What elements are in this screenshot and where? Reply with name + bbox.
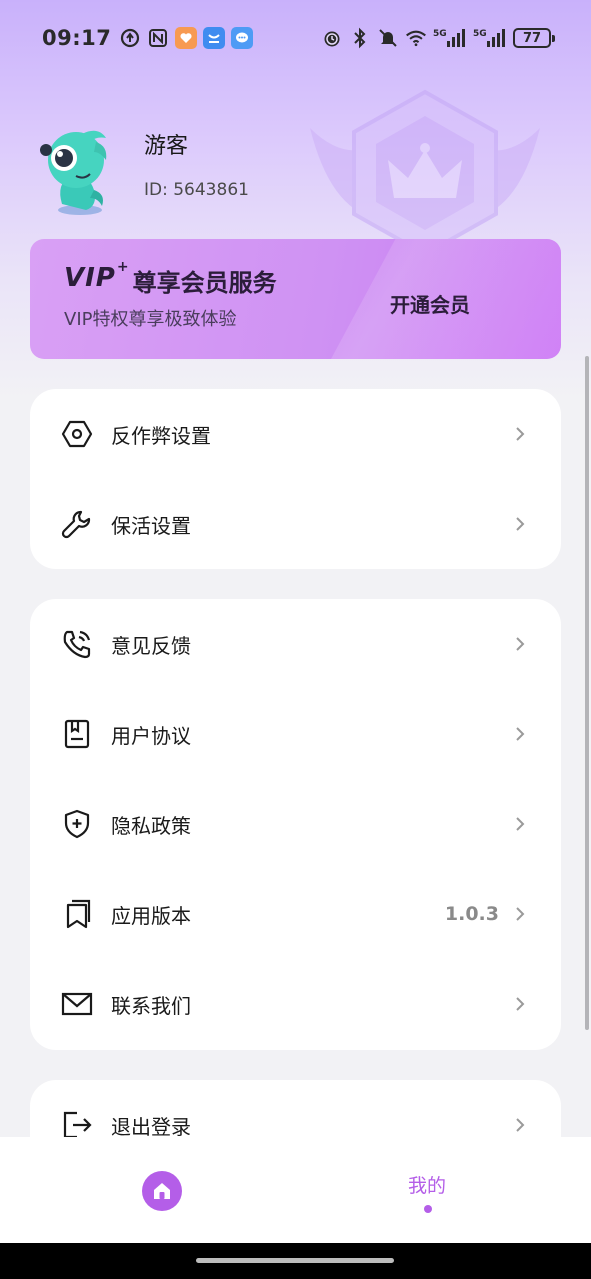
crown-badge-icon [310, 89, 540, 257]
bookmark-icon [60, 897, 94, 931]
avatar[interactable] [36, 124, 122, 216]
battery-indicator: 77 [513, 28, 555, 48]
menu-item-privacy-policy[interactable]: 隐私政策 [30, 779, 561, 869]
document-icon [60, 717, 94, 751]
status-system-icons: 5G 5G 77 [321, 27, 555, 49]
vip-card[interactable]: VIP + 尊享会员服务 VIP特权尊享极致体验 开通会员 [30, 239, 561, 359]
active-tab-indicator [424, 1205, 432, 1213]
menu-item-label: 应用版本 [111, 903, 191, 928]
bluetooth-icon [349, 27, 371, 49]
menu-item-feedback[interactable]: 意见反馈 [30, 599, 561, 689]
menu-item-label: 联系我们 [111, 993, 191, 1018]
mail-icon [60, 987, 94, 1021]
wifi-icon [405, 27, 427, 49]
nfc-icon [147, 27, 169, 49]
chevron-right-icon [516, 637, 525, 651]
menu-item-app-version[interactable]: 应用版本 1.0.3 [30, 869, 561, 959]
chevron-right-icon [516, 1118, 525, 1132]
vip-title: VIP + 尊享会员服务 [64, 259, 277, 298]
menu-card-about: 意见反馈 用户协议 隐私政策 应用版本 1.0.3 联系我们 [30, 599, 561, 1050]
chevron-right-icon [516, 427, 525, 441]
network-label: 5G [473, 29, 487, 39]
menu-item-user-agreement[interactable]: 用户协议 [30, 689, 561, 779]
vip-subtitle: VIP特权尊享极致体验 [64, 309, 237, 330]
signal-5g-icon: 5G [433, 27, 467, 49]
chevron-right-icon [516, 817, 525, 831]
mute-icon [377, 27, 399, 49]
sync-icon [119, 27, 141, 49]
menu-item-label: 用户协议 [111, 723, 191, 748]
menu-item-label: 退出登录 [111, 1114, 191, 1139]
user-id: ID: 5643861 [144, 180, 249, 200]
status-time: 09:17 [42, 26, 112, 50]
shield-plus-icon [60, 807, 94, 841]
heart-app-icon [175, 27, 198, 49]
wrench-icon [60, 507, 94, 541]
chevron-right-icon [516, 997, 525, 1011]
network-label: 5G [433, 29, 447, 39]
app-version-value: 1.0.3 [444, 903, 499, 925]
home-icon [154, 1183, 170, 1199]
phone-call-icon [60, 627, 94, 661]
bottom-navigation: 我的 [0, 1137, 591, 1243]
chat-app-icon [231, 27, 254, 49]
tab-home[interactable] [142, 1171, 182, 1211]
scrollbar[interactable] [585, 356, 589, 1030]
vip-heading: 尊享会员服务 [132, 269, 277, 297]
menu-item-keepalive[interactable]: 保活设置 [30, 479, 561, 569]
menu-item-label: 反作弊设置 [111, 423, 211, 448]
hexagon-settings-icon [60, 417, 94, 451]
menu-item-anti-cheat[interactable]: 反作弊设置 [30, 389, 561, 479]
menu-item-label: 意见反馈 [111, 633, 191, 658]
vip-logo: VIP [64, 263, 116, 293]
system-gesture-bar [0, 1243, 591, 1279]
home-gesture-handle[interactable] [196, 1258, 394, 1263]
status-bar: 09:17 5G 5G 77 [0, 0, 591, 76]
menu-item-contact-us[interactable]: 联系我们 [30, 959, 561, 1049]
tab-mine[interactable]: 我的 [408, 1171, 446, 1198]
vip-plus: + [116, 259, 129, 275]
menu-card-settings: 反作弊设置 保活设置 [30, 389, 561, 569]
shop-app-icon [203, 27, 226, 49]
signal-5g-icon: 5G [473, 27, 507, 49]
menu-item-label: 保活设置 [111, 513, 191, 538]
menu-item-label: 隐私政策 [111, 813, 191, 838]
username: 游客 [144, 134, 189, 159]
status-notification-icons [119, 27, 254, 49]
chevron-right-icon [516, 907, 525, 921]
chevron-right-icon [516, 727, 525, 741]
chevron-right-icon [516, 517, 525, 531]
alarm-icon [321, 27, 343, 49]
open-vip-button[interactable]: 开通会员 [390, 289, 470, 318]
